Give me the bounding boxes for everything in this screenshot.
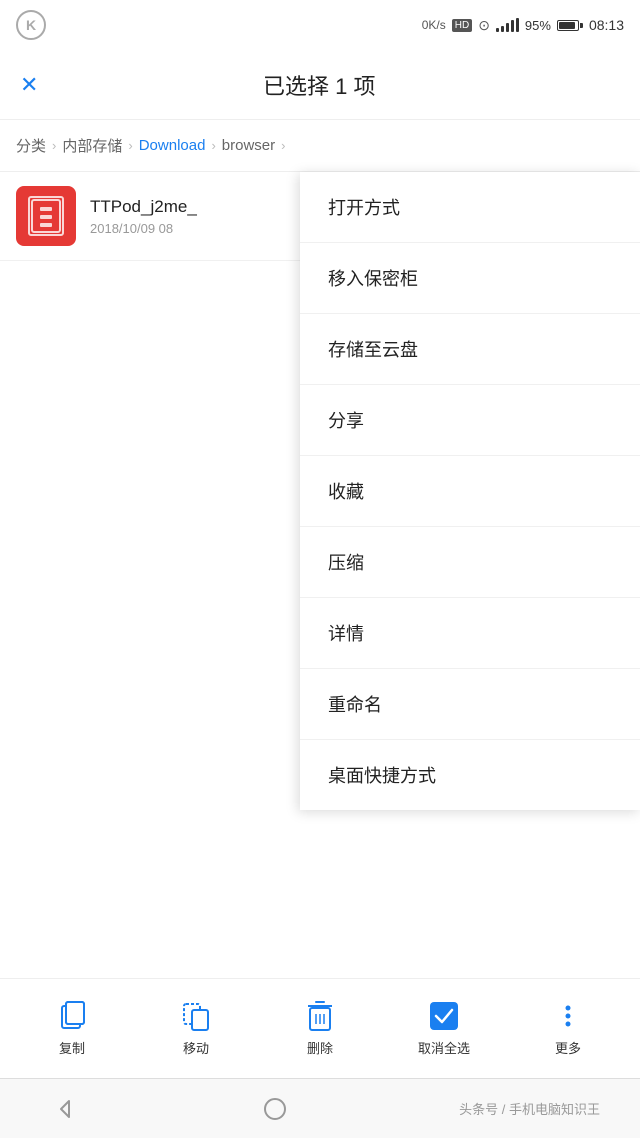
context-menu: 打开方式 移入保密柜 存储至云盘 分享 收藏 压缩 详情 重命名 桌面快捷方式	[300, 172, 640, 810]
hd-badge: HD	[452, 19, 472, 32]
breadcrumb-label-2: 内部存储	[62, 135, 122, 156]
bottom-toolbar: 复制 移动 删除	[0, 978, 640, 1078]
signal-icon	[496, 18, 519, 32]
nav-bar: 头条号 / 手机电脑知识王	[0, 1078, 640, 1138]
network-speed: 0K/s	[422, 18, 446, 32]
deselect-button[interactable]: 取消全选	[382, 1000, 506, 1057]
chevron-icon-4: ›	[281, 138, 285, 153]
status-bar: K 0K/s HD ⊙ 95% 08:13	[0, 0, 640, 50]
header-title: 已选择 1 项	[58, 69, 580, 101]
menu-rename[interactable]: 重命名	[300, 669, 640, 740]
menu-shortcut[interactable]: 桌面快捷方式	[300, 740, 640, 810]
watermark-text: 头条号 / 手机电脑知识王	[459, 1099, 600, 1118]
app-logo: K	[16, 10, 46, 40]
zip-icon	[28, 196, 64, 236]
breadcrumb-label-3: Download	[139, 137, 206, 154]
check-icon	[428, 1000, 460, 1032]
recording-icon: ⊙	[478, 17, 490, 34]
chevron-icon-3: ›	[211, 138, 215, 153]
copy-button[interactable]: 复制	[10, 1000, 134, 1057]
menu-details[interactable]: 详情	[300, 598, 640, 669]
more-label: 更多	[555, 1038, 581, 1057]
menu-safe[interactable]: 移入保密柜	[300, 243, 640, 314]
copy-icon	[56, 1000, 88, 1032]
back-button[interactable]	[40, 1084, 90, 1134]
menu-favorite[interactable]: 收藏	[300, 456, 640, 527]
more-button[interactable]: 更多	[506, 1000, 630, 1057]
battery-percent: 95%	[525, 18, 551, 33]
menu-cloud[interactable]: 存储至云盘	[300, 314, 640, 385]
file-list-area: TTPod_j2me_ 2018/10/09 08 打开方式 移入保密柜 存储至…	[0, 172, 640, 978]
move-icon	[180, 1000, 212, 1032]
breadcrumb-item-2[interactable]: 内部存储 ›	[62, 135, 138, 156]
chevron-icon-2: ›	[128, 138, 132, 153]
file-icon	[16, 186, 76, 246]
status-bar-right: 0K/s HD ⊙ 95% 08:13	[422, 17, 624, 34]
breadcrumb-item-1[interactable]: 分类 ›	[16, 135, 62, 156]
status-bar-left: K	[16, 10, 46, 40]
delete-button[interactable]: 删除	[258, 1000, 382, 1057]
breadcrumb-label-1: 分类	[16, 135, 46, 156]
move-label: 移动	[183, 1038, 209, 1057]
delete-icon	[304, 1000, 336, 1032]
breadcrumb-label-4: browser	[222, 137, 275, 154]
clock: 08:13	[589, 17, 624, 33]
battery-icon	[557, 20, 583, 31]
menu-share[interactable]: 分享	[300, 385, 640, 456]
breadcrumb: 分类 › 内部存储 › Download › browser ›	[0, 120, 640, 172]
breadcrumb-item-4[interactable]: browser ›	[222, 137, 292, 154]
delete-label: 删除	[307, 1038, 333, 1057]
move-button[interactable]: 移动	[134, 1000, 258, 1057]
breadcrumb-item-3[interactable]: Download ›	[139, 137, 222, 154]
home-button[interactable]	[250, 1084, 300, 1134]
menu-compress[interactable]: 压缩	[300, 527, 640, 598]
more-icon	[552, 1000, 584, 1032]
header: ✕ 已选择 1 项	[0, 50, 640, 120]
copy-label: 复制	[59, 1038, 85, 1057]
close-button[interactable]: ✕	[20, 72, 38, 98]
menu-open-with[interactable]: 打开方式	[300, 172, 640, 243]
deselect-label: 取消全选	[418, 1038, 470, 1057]
chevron-icon-1: ›	[52, 138, 56, 153]
